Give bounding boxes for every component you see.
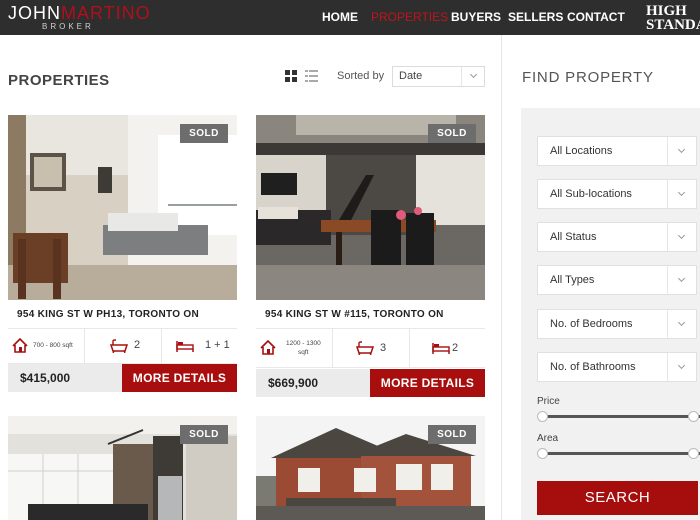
bedrooms-count: 2 [452,342,459,354]
more-details-button[interactable]: MORE DETAILS [122,364,237,392]
sorted-by-label: Sorted by [337,70,385,82]
bathrooms-feature: 2 [85,329,161,363]
property-photo[interactable]: SOLD [256,115,485,300]
property-address[interactable]: 954 KING ST W PH13, TORONTO ON [17,309,199,320]
bedrooms-feature: 2 [410,329,485,367]
type-select-value: All Types [550,274,595,286]
property-price: $415,000 [8,364,122,392]
area-value-line2: sqft [298,349,309,356]
property-card[interactable]: SOLD 954 KING ST W PH13, TORONTO ON 700 … [8,115,237,395]
property-card[interactable]: SOLD [256,416,485,520]
chevron-down-icon [469,70,478,79]
location-select[interactable]: All Locations [537,136,697,166]
more-details-button[interactable]: MORE DETAILS [370,369,485,397]
chevron-down-icon [677,188,686,197]
property-photo[interactable]: SOLD [256,416,485,520]
area-slider-min-handle[interactable] [537,448,548,459]
property-card[interactable]: SOLD 954 KING ST W #115, TORONTO ON 1200… [256,115,485,400]
find-property-title: FIND PROPERTY [522,69,654,86]
partner-brand-line1: HIGH [646,3,687,19]
location-select-value: All Locations [550,145,613,157]
page-title: PROPERTIES [8,72,110,89]
bathrooms-count: 3 [380,342,387,354]
sub-location-select-value: All Sub-locations [550,188,632,200]
bathtub-icon [356,341,374,355]
house-icon [12,338,28,353]
sold-badge: SOLD [180,124,228,143]
sold-badge: SOLD [428,124,476,143]
bedrooms-select-value: No. of Bedrooms [550,318,633,330]
sold-badge: SOLD [428,425,476,444]
bedrooms-feature: 1 + 1 [162,329,237,363]
partner-brand-logo[interactable]: HIGH STANDA [646,3,700,33]
property-price: $669,900 [256,369,370,397]
bedrooms-select[interactable]: No. of Bedrooms [537,309,697,339]
nav-home[interactable]: HOME [322,0,358,35]
bathrooms-count: 2 [134,339,141,351]
logo-last-name: MARTINO [61,3,151,23]
house-icon [260,340,276,355]
property-address[interactable]: 954 KING ST W #115, TORONTO ON [265,309,444,320]
type-select[interactable]: All Types [537,265,697,295]
area-value: 700 - 800 sqft [33,342,73,349]
bedrooms-count: 1 + 1 [205,339,230,351]
area-slider-track[interactable] [540,452,700,455]
property-features: 1200 - 1300 sqft 3 2 [256,328,485,368]
bathtub-icon [110,339,128,353]
chevron-down-icon [677,318,686,327]
sort-select-value: Date [399,70,423,82]
property-photo[interactable]: SOLD [8,416,237,520]
partner-brand-line2: STANDA [646,17,700,33]
property-photo[interactable]: SOLD [8,115,237,300]
price-slider-max-handle[interactable] [688,411,699,422]
property-card[interactable]: SOLD [8,416,237,520]
chevron-down-icon [677,361,686,370]
bed-icon [176,341,194,352]
nav-sellers[interactable]: SELLERS [508,0,563,35]
price-label: Price [537,396,560,407]
price-slider-min-handle[interactable] [537,411,548,422]
sold-badge: SOLD [180,425,228,444]
top-navigation-bar: JOHNMARTINO BROKER HOME PROPERTIES BUYER… [0,0,700,35]
area-value-line1: 1200 - 1300 [286,340,321,347]
area-label: Area [537,433,559,444]
chevron-down-icon [677,145,686,154]
bathrooms-select-value: No. of Bathrooms [550,361,636,373]
area-feature: 1200 - 1300 sqft [256,329,332,367]
sort-select[interactable]: Date [392,66,485,87]
column-divider [501,35,502,520]
logo-subtitle: BROKER [42,22,94,31]
grid-view-icon[interactable] [285,70,297,82]
status-select-value: All Status [550,231,597,243]
bed-icon [432,343,450,354]
nav-buyers[interactable]: BUYERS [451,0,501,35]
area-feature: 700 - 800 sqft [8,329,84,363]
search-button[interactable]: SEARCH [537,481,698,515]
bathrooms-feature: 3 [333,329,409,367]
list-view-icon[interactable] [305,70,318,82]
property-features: 700 - 800 sqft 2 1 + 1 [8,328,237,364]
nav-contact[interactable]: CONTACT [567,0,625,35]
chevron-down-icon [677,231,686,240]
price-slider-track[interactable] [540,415,700,418]
site-logo[interactable]: JOHNMARTINO BROKER [8,3,151,31]
logo-first-name: JOHN [8,3,61,23]
nav-properties[interactable]: PROPERTIES [371,0,448,35]
status-select[interactable]: All Status [537,222,697,252]
area-slider-max-handle[interactable] [688,448,699,459]
bathrooms-select[interactable]: No. of Bathrooms [537,352,697,382]
chevron-down-icon [677,274,686,283]
sub-location-select[interactable]: All Sub-locations [537,179,697,209]
